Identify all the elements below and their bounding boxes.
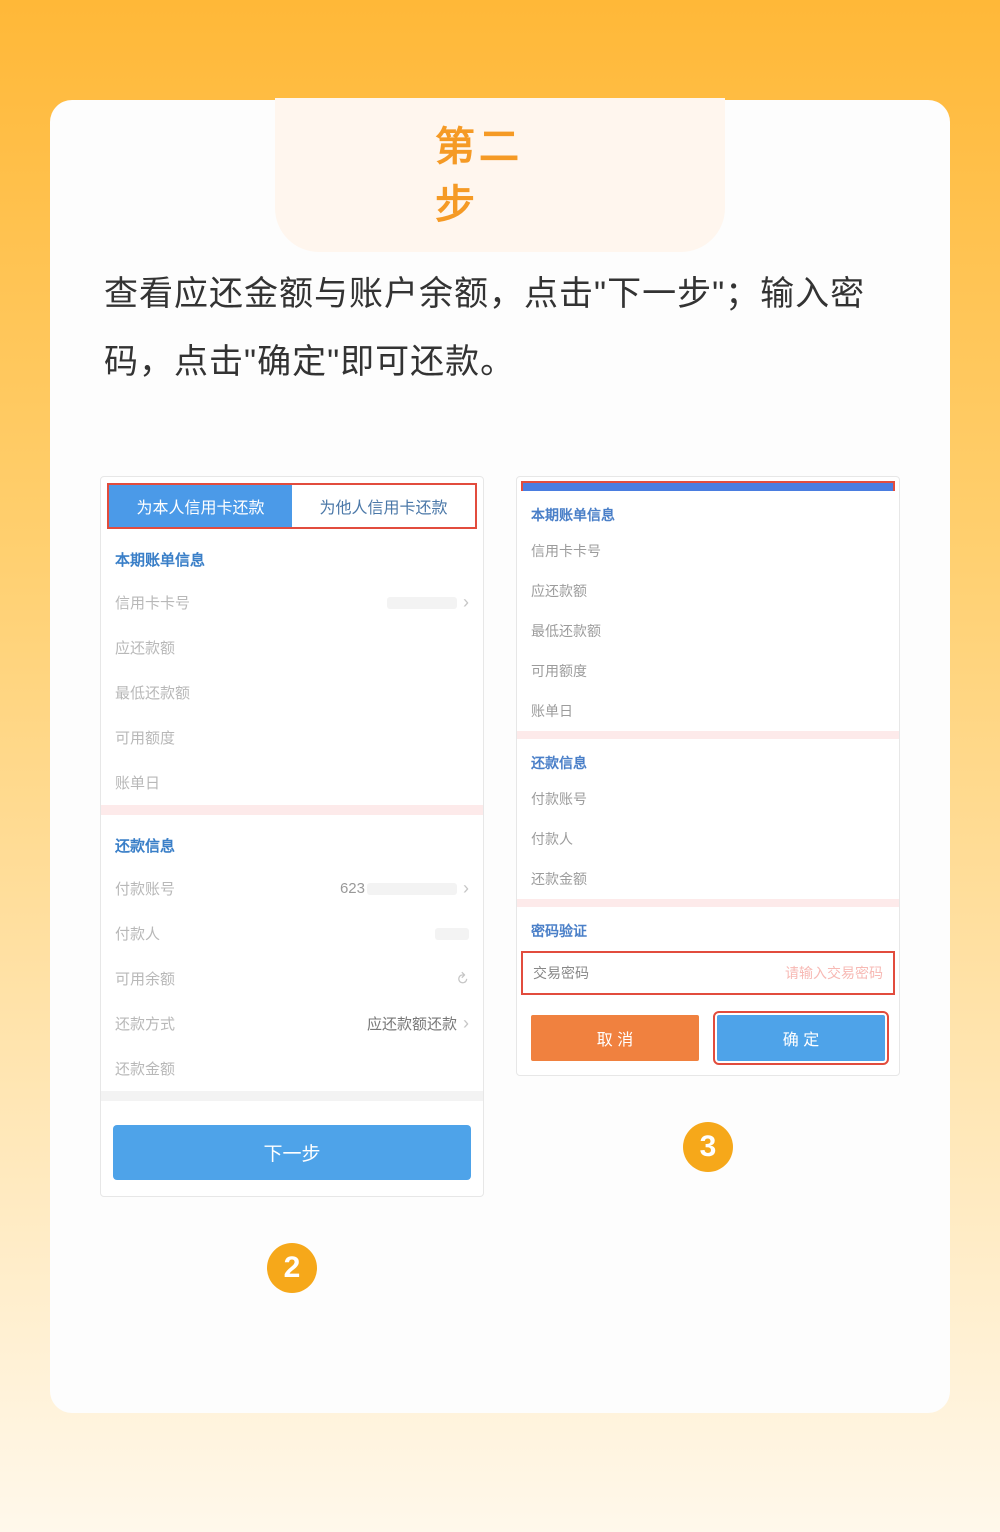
min-due-label: 最低还款额 [115, 682, 469, 703]
row-min-due: 最低还款额 [101, 670, 483, 715]
phone-right: 本期账单信息 信用卡卡号 应还款额 最低还款额 可用额度 账单日 还款信息 付款… [516, 476, 900, 1076]
payer-label: 付款人 [531, 829, 573, 849]
cancel-button[interactable]: 取 消 [531, 1015, 699, 1061]
row-min-due: 最低还款额 [517, 611, 899, 651]
chevron-right-icon: › [463, 1013, 469, 1034]
repay-tabs: 为本人信用卡还款 为他人信用卡还款 [107, 483, 477, 529]
divider [517, 899, 899, 907]
row-payer: 付款人 [517, 819, 899, 859]
section-repay-info: 还款信息 [517, 739, 899, 779]
avail-credit-label: 可用额度 [531, 661, 587, 681]
chevron-right-icon: › [463, 592, 469, 613]
tab-self-card[interactable]: 为本人信用卡还款 [109, 485, 292, 527]
row-card-number: 信用卡卡号 [517, 531, 899, 571]
section-bill-info: 本期账单信息 [517, 491, 899, 531]
pay-account-label: 付款账号 [531, 789, 587, 809]
step-circle-3: 3 [683, 1122, 733, 1172]
tab-other-card[interactable]: 为他人信用卡还款 [292, 485, 475, 527]
instruction-card: 第二步 查看应还金额与账户余额，点击"下一步"；输入密码，点击"确定"即可还款。… [50, 100, 950, 1413]
bill-day-label: 账单日 [115, 772, 469, 793]
avail-balance-label: 可用余额 [115, 968, 450, 989]
screenshot-2: 为本人信用卡还款 为他人信用卡还款 本期账单信息 信用卡卡号 › 应还款额 最低… [100, 476, 484, 1293]
repay-method-label: 还款方式 [115, 1013, 367, 1034]
repay-amount-label: 还款金额 [531, 869, 587, 889]
card-number-masked [387, 597, 457, 609]
row-repay-method[interactable]: 还款方式 应还款额还款 › [101, 1001, 483, 1046]
repay-method-value: 应还款额还款 [367, 1013, 457, 1034]
instruction-text: 查看应还金额与账户余额，点击"下一步"；输入密码，点击"确定"即可还款。 [100, 260, 900, 396]
row-due-amount: 应还款额 [101, 625, 483, 670]
chevron-right-icon: › [463, 878, 469, 899]
next-button[interactable]: 下一步 [113, 1125, 471, 1180]
screenshots-row: 为本人信用卡还款 为他人信用卡还款 本期账单信息 信用卡卡号 › 应还款额 最低… [100, 476, 900, 1293]
button-row: 取 消 确 定 [517, 995, 899, 1075]
row-bill-day: 账单日 [517, 691, 899, 731]
row-repay-amount: 还款金额 [517, 859, 899, 899]
step-circle-2: 2 [267, 1243, 317, 1293]
row-card-number[interactable]: 信用卡卡号 › [101, 580, 483, 625]
row-repay-amount: 还款金额 [101, 1046, 483, 1091]
payer-masked [435, 928, 469, 940]
row-avail-balance: 可用余额 ↻ [101, 956, 483, 1001]
phone-left: 为本人信用卡还款 为他人信用卡还款 本期账单信息 信用卡卡号 › 应还款额 最低… [100, 476, 484, 1197]
transaction-password-field[interactable]: 交易密码 请输入交易密码 [521, 951, 895, 995]
row-pay-account: 付款账号 [517, 779, 899, 819]
repay-amount-label: 还款金额 [115, 1058, 469, 1079]
row-pay-account[interactable]: 付款账号 623 › [101, 866, 483, 911]
divider [101, 1091, 483, 1101]
section-password-verify: 密码验证 [517, 907, 899, 947]
min-due-label: 最低还款额 [531, 621, 601, 641]
divider [101, 805, 483, 815]
row-payer: 付款人 [101, 911, 483, 956]
bill-day-label: 账单日 [531, 701, 573, 721]
row-due-amount: 应还款额 [517, 571, 899, 611]
section-repay-info: 还款信息 [101, 815, 483, 866]
row-bill-day: 账单日 [101, 760, 483, 805]
payer-label: 付款人 [115, 923, 435, 944]
row-avail-credit: 可用额度 [101, 715, 483, 760]
pay-account-label: 付款账号 [115, 878, 340, 899]
card-number-label: 信用卡卡号 [115, 592, 387, 613]
card-number-label: 信用卡卡号 [531, 541, 601, 561]
header-bar [521, 481, 895, 491]
row-avail-credit: 可用额度 [517, 651, 899, 691]
confirm-button[interactable]: 确 定 [717, 1015, 885, 1061]
avail-credit-label: 可用额度 [115, 727, 469, 748]
screenshot-3: 本期账单信息 信用卡卡号 应还款额 最低还款额 可用额度 账单日 还款信息 付款… [516, 476, 900, 1293]
refresh-icon[interactable]: ↻ [452, 968, 474, 990]
password-label: 交易密码 [533, 963, 589, 983]
due-amount-label: 应还款额 [531, 581, 587, 601]
password-placeholder: 请输入交易密码 [589, 963, 883, 983]
pay-account-value: 623 [340, 880, 365, 897]
pay-account-masked [367, 883, 457, 895]
divider [517, 731, 899, 739]
section-bill-info: 本期账单信息 [101, 529, 483, 580]
due-amount-label: 应还款额 [115, 637, 469, 658]
step-title-tab: 第二步 [275, 98, 725, 252]
